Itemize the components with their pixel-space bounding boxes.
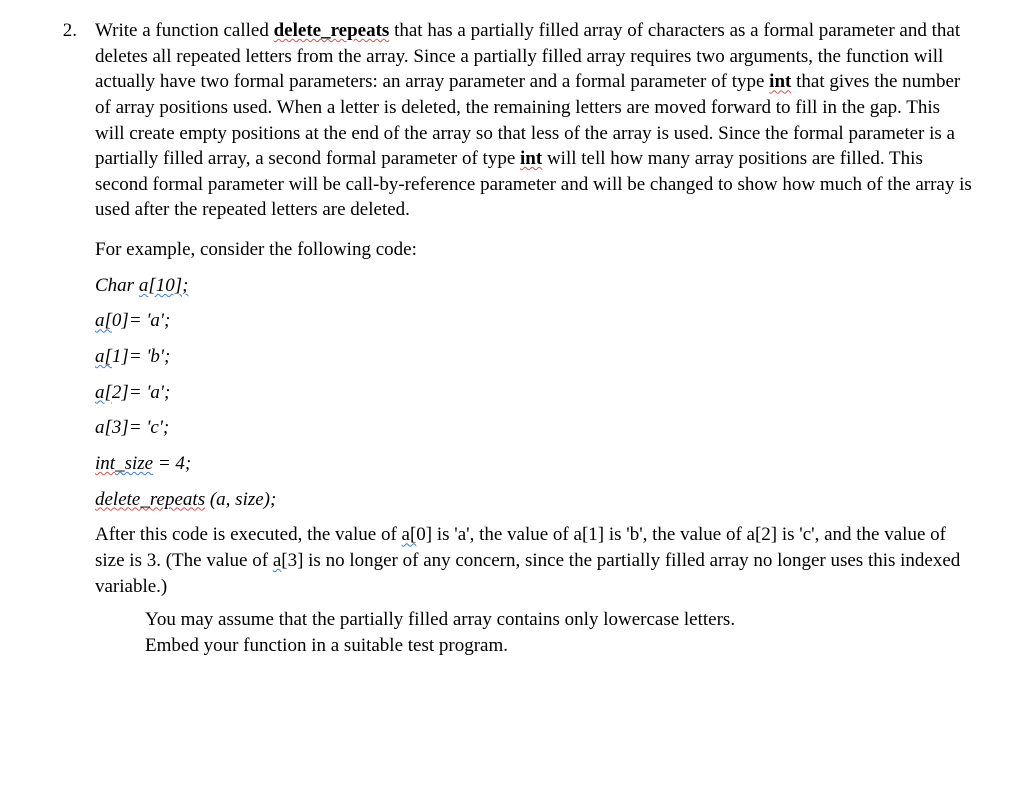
code-a: a[ [95, 382, 112, 403]
code-rest: 1]= 'b'; [112, 346, 170, 367]
code-size: int_size = 4; [95, 451, 974, 477]
code-rest: = 4; [153, 453, 191, 474]
code-ref: a[ [402, 524, 417, 545]
question-container: 2. Write a function called delete_repeat… [50, 18, 974, 658]
code-func-call: delete_repeats [95, 489, 205, 510]
text-part: After this code is executed, the value o… [95, 524, 402, 545]
code-declaration: Char a[10]; [95, 273, 974, 299]
example-intro: For example, consider the following code… [95, 237, 974, 263]
after-paragraph: After this code is executed, the value o… [95, 522, 974, 599]
code-a: a[ [95, 346, 112, 367]
code-ref: a[ [273, 550, 288, 571]
note-line-1: You may assume that the partially filled… [145, 607, 974, 633]
code-int: int [95, 453, 115, 474]
code-a10: a[10]; [139, 275, 189, 296]
function-name: delete_repeats [274, 20, 390, 41]
code-char: Char [95, 275, 139, 296]
question-number: 2. [50, 18, 95, 44]
question-body: Write a function called delete_repeats t… [95, 18, 974, 658]
type-int: int [769, 71, 791, 92]
code-assign-2: a[2]= 'a'; [95, 380, 974, 406]
code-assign-3: a[3]= 'c'; [95, 415, 974, 441]
note-line-2: Embed your function in a suitable test p… [145, 633, 974, 659]
main-paragraph: Write a function called delete_repeats t… [95, 18, 974, 223]
code-assign-1: a[1]= 'b'; [95, 344, 974, 370]
code-call: delete_repeats (a, size); [95, 487, 974, 513]
code-size-var: _size [115, 453, 153, 474]
code-assign-0: a[0]= 'a'; [95, 308, 974, 334]
type-int: int [520, 148, 542, 169]
code-rest: (a, size); [205, 489, 276, 510]
code-rest: 2]= 'a'; [112, 382, 170, 403]
note-block: You may assume that the partially filled… [145, 607, 974, 658]
code-rest: 0]= 'a'; [112, 310, 170, 331]
text-part: Write a function called [95, 20, 274, 41]
code-a: a[ [95, 310, 112, 331]
